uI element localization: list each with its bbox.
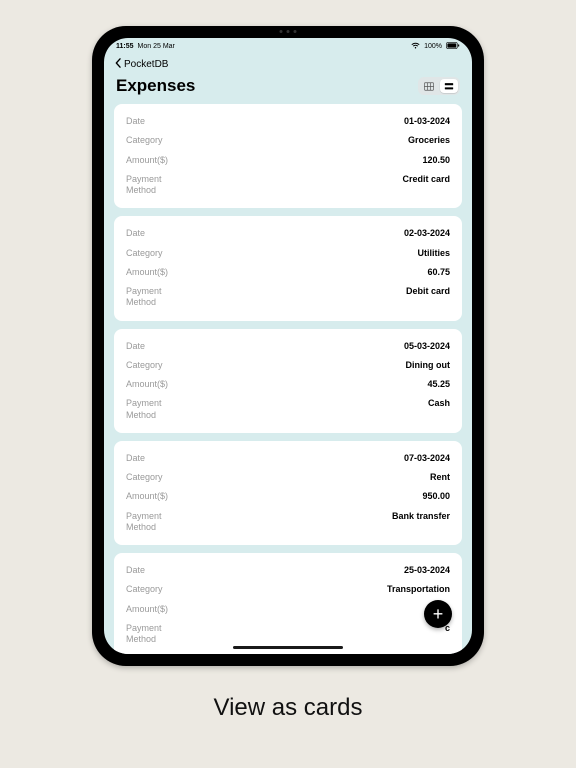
status-bar: 11:55 Mon 25 Mar 100% bbox=[104, 38, 472, 54]
battery-icon bbox=[446, 42, 460, 51]
expense-card[interactable]: Date 07-03-2024 Category Rent Amount($) 950.0… bbox=[114, 441, 462, 545]
row-label: Amount($) bbox=[126, 379, 168, 390]
back-label: PocketDB bbox=[124, 59, 168, 70]
card-row-amount: Amount($) 60.75 bbox=[126, 263, 450, 282]
card-row-payment: Payment Method Debit card bbox=[126, 282, 450, 313]
row-label: Date bbox=[126, 565, 145, 576]
expense-card[interactable]: Date 01-03-2024 Category Groceries Amount($)… bbox=[114, 104, 462, 208]
card-row-date: Date 25-03-2024 bbox=[126, 561, 450, 580]
card-row-date: Date 01-03-2024 bbox=[126, 112, 450, 131]
card-row-category: Category Utilities bbox=[126, 244, 450, 263]
row-value: 05-03-2024 bbox=[404, 341, 450, 351]
row-value: Debit card bbox=[406, 286, 450, 296]
expense-card[interactable]: Date 05-03-2024 Category Dining out Amount($… bbox=[114, 329, 462, 433]
grid-icon bbox=[424, 82, 434, 91]
row-label: Date bbox=[126, 341, 145, 352]
row-value: 07-03-2024 bbox=[404, 453, 450, 463]
card-row-payment: Payment Method Bank transfer bbox=[126, 507, 450, 538]
row-value: Dining out bbox=[406, 360, 451, 370]
card-row-category: Category Rent bbox=[126, 468, 450, 487]
card-row-payment: Payment Method Credit card bbox=[126, 170, 450, 201]
status-time: 11:55 bbox=[116, 43, 134, 50]
view-toggle bbox=[418, 77, 460, 95]
row-value: 120.50 bbox=[422, 155, 450, 165]
row-value: 01-03-2024 bbox=[404, 116, 450, 126]
row-label: Payment Method bbox=[126, 398, 186, 421]
cards-icon bbox=[444, 82, 454, 91]
row-label: Amount($) bbox=[126, 155, 168, 166]
row-value: Transportation bbox=[387, 584, 450, 594]
expense-card[interactable]: Date 25-03-2024 Category Transportation Amou… bbox=[114, 553, 462, 654]
card-row-date: Date 02-03-2024 bbox=[126, 224, 450, 243]
tablet-frame: 11:55 Mon 25 Mar 100% PocketDB bbox=[92, 26, 484, 666]
view-cards-button[interactable] bbox=[440, 79, 458, 93]
back-button[interactable]: PocketDB bbox=[114, 58, 168, 70]
card-row-date: Date 05-03-2024 bbox=[126, 337, 450, 356]
row-label: Payment Method bbox=[126, 174, 186, 197]
row-value: 45.25 bbox=[427, 379, 450, 389]
row-label: Amount($) bbox=[126, 491, 168, 502]
header-row: Expenses bbox=[104, 74, 472, 104]
screenshot-caption: View as cards bbox=[214, 694, 363, 722]
row-value: Rent bbox=[430, 472, 450, 482]
view-grid-button[interactable] bbox=[420, 79, 438, 93]
row-label: Category bbox=[126, 584, 163, 595]
card-row-amount: Amount($) 950.00 bbox=[126, 487, 450, 506]
expense-card[interactable]: Date 02-03-2024 Category Utilities Amount($)… bbox=[114, 216, 462, 320]
row-label: Category bbox=[126, 135, 163, 146]
card-row-payment: Payment Method Cash bbox=[126, 394, 450, 425]
status-date: Mon 25 Mar bbox=[138, 43, 175, 50]
row-label: Date bbox=[126, 453, 145, 464]
row-label: Date bbox=[126, 116, 145, 127]
card-row-date: Date 07-03-2024 bbox=[126, 449, 450, 468]
card-row-amount: Amount($)30.50 bbox=[126, 600, 450, 619]
chevron-left-icon bbox=[114, 58, 122, 70]
page-title: Expenses bbox=[116, 76, 195, 96]
row-label: Payment Method bbox=[126, 286, 186, 309]
row-value: Utilities bbox=[417, 248, 450, 258]
status-battery: 100% bbox=[424, 43, 442, 50]
row-label: Amount($) bbox=[126, 267, 168, 278]
plus-icon: + bbox=[433, 604, 444, 625]
row-label: Payment Method bbox=[126, 623, 186, 646]
row-label: Category bbox=[126, 248, 163, 259]
row-label: Date bbox=[126, 228, 145, 239]
device-camera-dots bbox=[280, 30, 297, 33]
cards-list[interactable]: Date 01-03-2024 Category Groceries Amount($)… bbox=[104, 104, 472, 654]
row-label: Category bbox=[126, 360, 163, 371]
row-value: 02-03-2024 bbox=[404, 228, 450, 238]
home-indicator[interactable] bbox=[233, 646, 343, 649]
card-row-payment: Payment Methodc bbox=[126, 619, 450, 650]
card-row-category: Category Dining out bbox=[126, 356, 450, 375]
row-label: Category bbox=[126, 472, 163, 483]
card-row-category: Category Transportation bbox=[126, 580, 450, 599]
row-label: Payment Method bbox=[126, 511, 186, 534]
card-row-amount: Amount($) 45.25 bbox=[126, 375, 450, 394]
row-label: Amount($) bbox=[126, 604, 168, 615]
row-value: Groceries bbox=[408, 135, 450, 145]
card-row-category: Category Groceries bbox=[126, 131, 450, 150]
row-value: Credit card bbox=[402, 174, 450, 184]
add-button[interactable]: + bbox=[424, 600, 452, 628]
row-value: Cash bbox=[428, 398, 450, 408]
card-row-amount: Amount($) 120.50 bbox=[126, 151, 450, 170]
row-value: 950.00 bbox=[422, 491, 450, 501]
wifi-icon bbox=[411, 42, 420, 51]
row-value: Bank transfer bbox=[392, 511, 450, 521]
screen: 11:55 Mon 25 Mar 100% PocketDB bbox=[104, 38, 472, 654]
row-value: 25-03-2024 bbox=[404, 565, 450, 575]
row-value: 60.75 bbox=[427, 267, 450, 277]
nav-bar: PocketDB bbox=[104, 54, 472, 74]
